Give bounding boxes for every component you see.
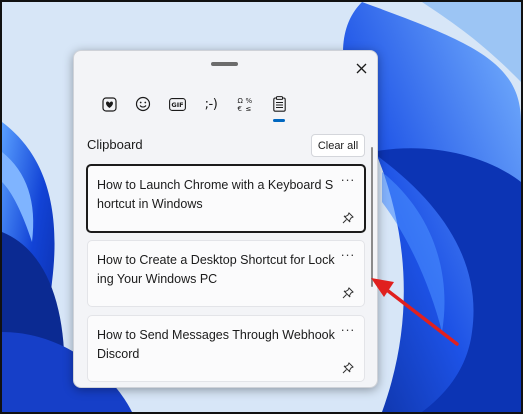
screenshot-frame: GIF ;-) Ω % € ≤ Clipboard Clear all How …: [0, 0, 523, 414]
annotation-arrow: [371, 278, 459, 346]
